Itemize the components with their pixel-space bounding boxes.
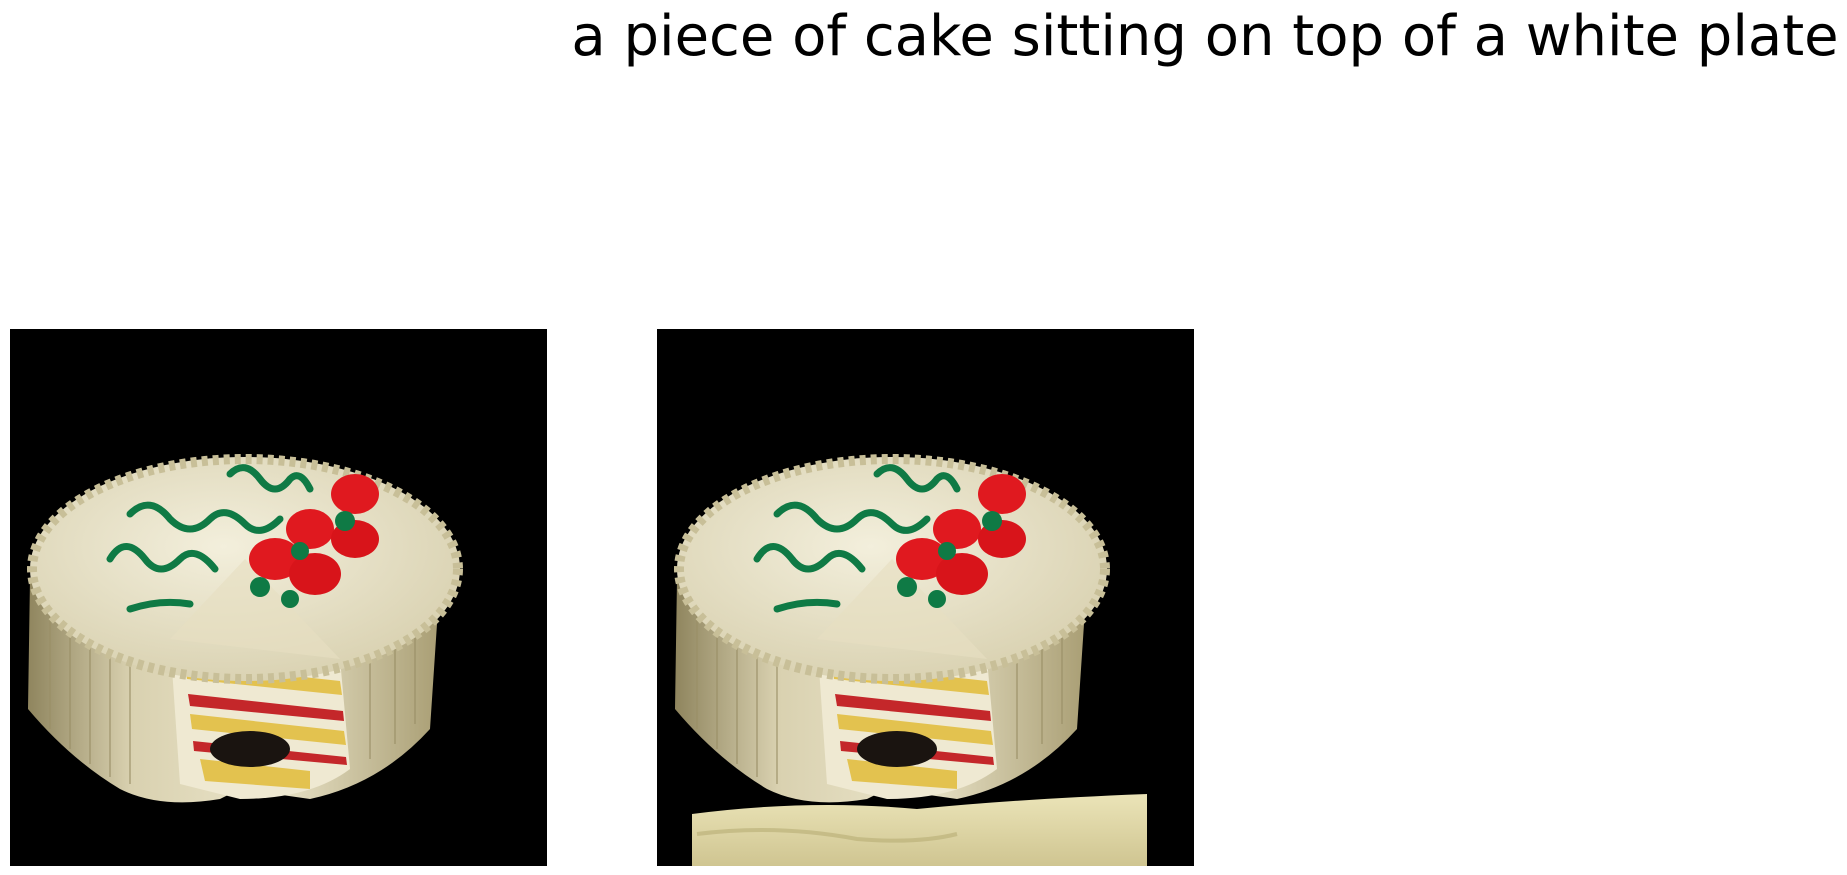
cake-image-edited <box>657 329 1194 866</box>
original-image-panel <box>10 329 547 866</box>
page: a piece of cake sitting on top of a whit… <box>0 0 1847 875</box>
image-caption: a piece of cake sitting on top of a whit… <box>571 4 1839 69</box>
cake-image-original <box>10 329 547 866</box>
edited-image-panel <box>657 329 1194 866</box>
